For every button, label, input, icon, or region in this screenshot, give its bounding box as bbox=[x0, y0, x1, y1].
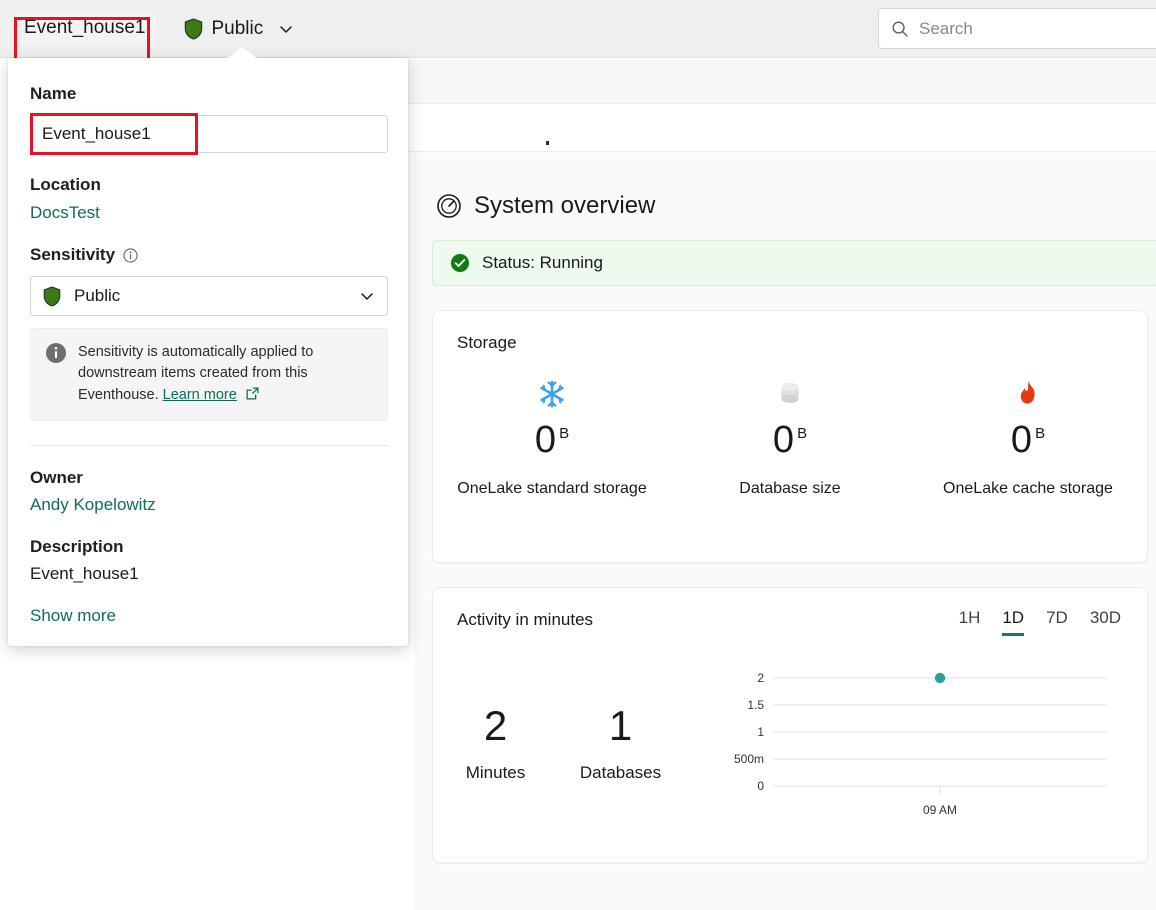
kpi-databases: 1 Databases bbox=[558, 705, 683, 783]
sensitivity-label-row: Sensitivity bbox=[30, 245, 386, 265]
top-bar: Event_house1 Public Search bbox=[0, 0, 1156, 61]
time-range-30d[interactable]: 30D bbox=[1090, 608, 1121, 636]
flame-icon bbox=[909, 377, 1147, 411]
time-range-1h[interactable]: 1H bbox=[959, 608, 981, 636]
storage-metrics-row: 0B OneLake standard storage 0B Database … bbox=[433, 377, 1147, 498]
show-more-link[interactable]: Show more bbox=[30, 606, 386, 626]
chart-y-tick-label: 1.5 bbox=[747, 698, 764, 712]
storage-metric-value: 0B bbox=[909, 421, 1147, 459]
sensitivity-notice: Sensitivity is automatically applied to … bbox=[30, 328, 388, 421]
description-field-label: Description bbox=[30, 536, 124, 556]
storage-value-unit: B bbox=[797, 425, 808, 443]
item-details-popover: Name Location DocsTest Sensitivity bbox=[8, 47, 408, 646]
popover-content: Name Location DocsTest Sensitivity bbox=[8, 58, 408, 626]
kpi-databases-value: 1 bbox=[608, 702, 633, 749]
activity-card: Activity in minutes 1H 1D 7D 30D 2 Minut… bbox=[432, 587, 1148, 863]
chart-y-tick-label: 2 bbox=[757, 671, 764, 685]
popover-arrow bbox=[226, 47, 258, 59]
storage-metric-label: OneLake standard storage bbox=[457, 480, 647, 497]
location-field-label: Location bbox=[30, 175, 101, 194]
status-text: Status: Running bbox=[482, 253, 603, 272]
kpi-minutes-value: 2 bbox=[483, 702, 508, 749]
info-filled-icon bbox=[46, 343, 66, 363]
activity-card-header: Activity in minutes 1H 1D 7D 30D bbox=[433, 588, 1147, 636]
chart-x-tick-label: 09 AM bbox=[923, 803, 957, 817]
page-title: System overview bbox=[474, 192, 656, 219]
main-content: System overview Status: Running Storage bbox=[430, 170, 1156, 863]
shield-icon bbox=[43, 285, 61, 307]
storage-value-unit: B bbox=[559, 425, 570, 443]
storage-card-title: Storage bbox=[457, 333, 517, 352]
time-range-7d[interactable]: 7D bbox=[1046, 608, 1068, 636]
shield-icon bbox=[184, 17, 202, 40]
search-box[interactable]: Search bbox=[878, 8, 1156, 49]
toolbar-artifact-dot bbox=[546, 141, 549, 145]
info-circle-icon[interactable] bbox=[123, 247, 138, 263]
storage-value-number: 0 bbox=[1010, 419, 1033, 461]
name-field-label: Name bbox=[30, 84, 77, 103]
sensitivity-chip[interactable]: Public bbox=[184, 18, 295, 40]
owner-field: Owner Andy Kopelowitz bbox=[30, 468, 386, 515]
sensitivity-notice-text: Sensitivity is automatically applied to … bbox=[78, 342, 373, 406]
storage-value-number: 0 bbox=[772, 419, 795, 461]
chart-y-tick-label: 0 bbox=[757, 779, 764, 793]
activity-chart-svg: 0 500m 1 1.5 2 09 AM bbox=[734, 671, 1107, 817]
activity-chart: 0 500m 1 1.5 2 09 AM bbox=[715, 664, 1115, 824]
sensitivity-chip-label: Public bbox=[211, 17, 264, 39]
storage-card: Storage 0 B OneLake standard storage 0 B… bbox=[432, 310, 1148, 563]
sensitivity-field: Sensitivity Public Sensitivity is automa… bbox=[30, 245, 388, 421]
open-in-new-icon[interactable] bbox=[246, 387, 259, 400]
owner-field-label: Owner bbox=[30, 467, 83, 487]
description-field: Description Event_house1 bbox=[30, 537, 386, 584]
owner-link[interactable]: Andy Kopelowitz bbox=[30, 495, 386, 515]
storage-metric-value: 0B bbox=[671, 421, 909, 459]
location-link[interactable]: DocsTest bbox=[30, 203, 386, 223]
app-root: Event_house1 Public Search System overvi… bbox=[0, 0, 1156, 910]
popover-divider bbox=[30, 444, 388, 446]
time-range-tabs: 1H 1D 7D 30D bbox=[959, 588, 1147, 636]
storage-metric-label: OneLake cache storage bbox=[943, 480, 1113, 497]
status-banner: Status: Running bbox=[432, 240, 1156, 286]
check-circle-icon bbox=[451, 254, 469, 272]
activity-body: 2 Minutes 1 Databases 0 500m 1 1.5 2 09 AM bbox=[433, 636, 1147, 824]
time-range-1d[interactable]: 1D bbox=[1002, 608, 1025, 636]
storage-metric-value: 0B bbox=[433, 421, 671, 459]
gauge-icon bbox=[437, 194, 461, 218]
name-field-container bbox=[30, 113, 388, 155]
search-icon bbox=[892, 20, 908, 37]
kpi-minutes: 2 Minutes bbox=[433, 705, 558, 783]
storage-metric-onelake-standard: 0B OneLake standard storage bbox=[433, 377, 671, 498]
chart-y-tick-label: 1 bbox=[757, 725, 764, 739]
storage-metric-database-size: 0B Database size bbox=[671, 377, 909, 498]
item-title-button[interactable]: Event_house1 bbox=[14, 11, 156, 46]
storage-metric-onelake-cache: 0B OneLake cache storage bbox=[909, 377, 1147, 498]
activity-card-title: Activity in minutes bbox=[457, 610, 594, 629]
chart-data-point[interactable] bbox=[934, 672, 946, 684]
kpi-databases-label: Databases bbox=[579, 763, 662, 782]
location-field: Location DocsTest bbox=[30, 175, 386, 223]
section-header: System overview bbox=[436, 192, 1156, 220]
sensitivity-field-label: Sensitivity bbox=[30, 245, 116, 264]
sensitivity-selected-value: Public bbox=[74, 286, 121, 305]
chevron-down-icon bbox=[361, 293, 373, 300]
search-placeholder: Search bbox=[919, 18, 973, 38]
database-icon bbox=[671, 377, 909, 411]
description-value: Event_house1 bbox=[30, 563, 139, 583]
chevron-down-icon bbox=[280, 25, 292, 33]
storage-metric-label: Database size bbox=[739, 480, 841, 497]
sensitivity-dropdown[interactable]: Public bbox=[30, 276, 388, 316]
name-input[interactable] bbox=[30, 115, 388, 153]
chart-y-tick-label: 500m bbox=[734, 752, 764, 766]
snowflake-icon bbox=[433, 377, 671, 411]
kpi-minutes-label: Minutes bbox=[465, 763, 526, 782]
storage-value-unit: B bbox=[1035, 425, 1046, 443]
item-title-container: Event_house1 bbox=[14, 11, 156, 61]
learn-more-link[interactable]: Learn more bbox=[163, 387, 237, 403]
storage-value-number: 0 bbox=[534, 419, 557, 461]
